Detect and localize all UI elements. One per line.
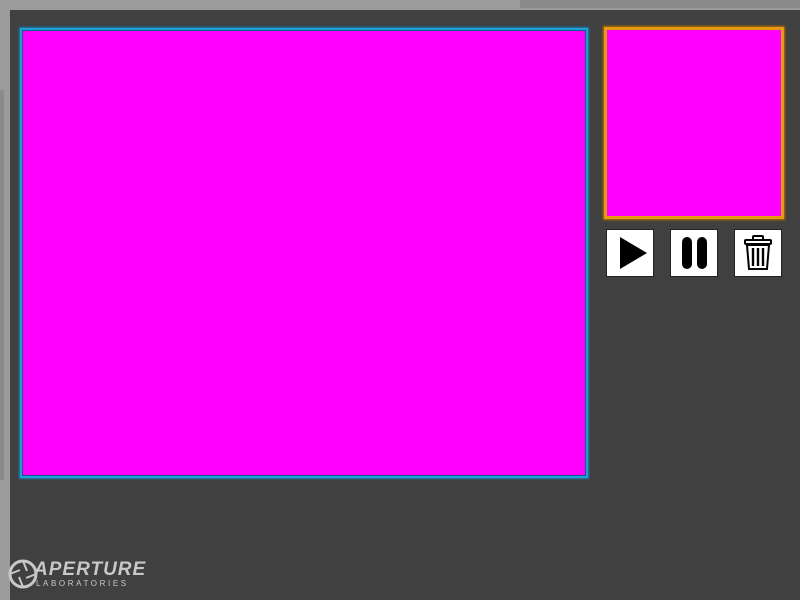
delete-button[interactable] [734,229,782,277]
app-frame: APERTURE LABORATORIES [0,0,800,600]
logo-word-first: A [34,558,49,580]
trash-icon [744,235,772,270]
aperture-logo: APERTURE LABORATORIES [8,556,146,592]
pause-icon [681,237,707,269]
logo-subtitle: LABORATORIES [36,578,129,588]
top-edge-detail [520,0,800,8]
play-icon [619,237,647,269]
preview-canvas[interactable] [604,27,784,219]
logo-word-rest: PERTURE [48,558,147,580]
left-edge-detail [0,90,4,480]
pause-button[interactable] [670,229,718,277]
main-view-canvas[interactable] [20,28,588,478]
play-button[interactable] [606,229,654,277]
